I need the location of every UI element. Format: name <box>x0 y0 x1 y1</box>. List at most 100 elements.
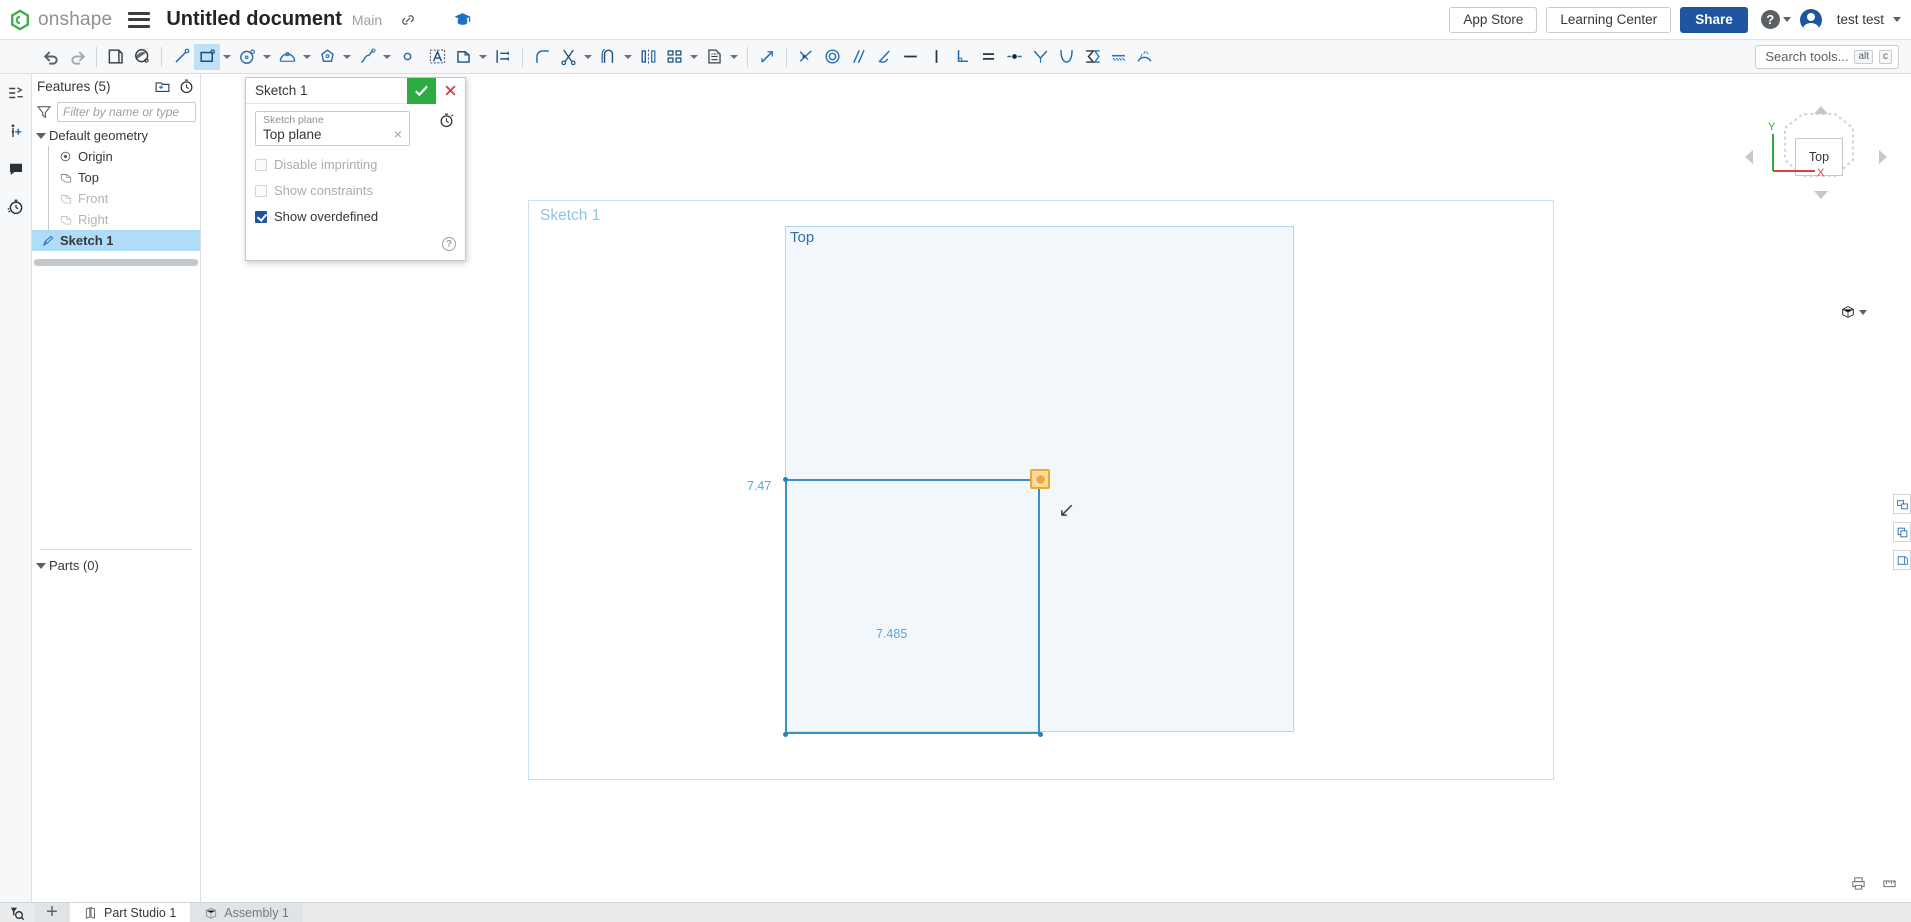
tree-node-origin[interactable]: Origin <box>32 146 200 167</box>
horizontal-constraint-icon[interactable] <box>897 44 923 70</box>
document-title[interactable]: Untitled document <box>166 8 342 31</box>
sketch-plane-chevron-down-icon[interactable] <box>476 44 490 70</box>
rectangle-tool-chevron-down-icon[interactable] <box>220 44 234 70</box>
fix-constraint-icon[interactable] <box>1105 44 1131 70</box>
perpendicular-constraint-icon[interactable] <box>949 44 975 70</box>
chevron-expand-icon[interactable] <box>36 133 46 139</box>
sketch-rectangle-entity[interactable] <box>785 479 1040 734</box>
rectangle-vertex-top-left[interactable] <box>783 477 788 482</box>
tree-horizontal-scrollbar[interactable] <box>34 259 198 266</box>
checkbox-box[interactable] <box>255 211 267 223</box>
tab-assembly-1[interactable]: Assembly 1 <box>190 903 303 922</box>
use-tool-chevron-down-icon[interactable] <box>727 44 741 70</box>
add-tab-button[interactable]: + <box>34 903 70 922</box>
rollback-history-icon[interactable] <box>178 78 195 95</box>
show-hide-panel-icon[interactable] <box>1893 494 1911 514</box>
circle-tool-icon[interactable] <box>234 44 260 70</box>
curvature-constraint-icon[interactable] <box>1053 44 1079 70</box>
sketch-copy-icon[interactable] <box>103 44 129 70</box>
rectangle-vertex-bottom-left[interactable] <box>783 732 788 737</box>
sketch-plane-tool-icon[interactable] <box>450 44 476 70</box>
checkbox-show-overdefined[interactable]: Show overdefined <box>255 209 456 224</box>
coincident-constraint-icon[interactable] <box>793 44 819 70</box>
app-store-button[interactable]: App Store <box>1449 7 1537 33</box>
tree-node-sketch-1[interactable]: Sketch 1 <box>32 230 200 251</box>
circle-tool-chevron-down-icon[interactable] <box>260 44 274 70</box>
share-button[interactable]: Share <box>1680 7 1748 33</box>
insert-feature-icon[interactable] <box>3 118 29 144</box>
line-tool-icon[interactable] <box>168 44 194 70</box>
display-mode-button[interactable] <box>1840 304 1867 320</box>
offset-tool-chevron-down-icon[interactable] <box>621 44 635 70</box>
equal-constraint-icon[interactable] <box>975 44 1001 70</box>
copy-view-icon[interactable] <box>1893 522 1911 542</box>
pattern-tool-chevron-down-icon[interactable] <box>687 44 701 70</box>
document-branch[interactable]: Main <box>352 12 382 28</box>
symmetric-constraint-icon[interactable] <box>1027 44 1053 70</box>
search-tools-input[interactable]: Search tools... alt c <box>1755 45 1899 69</box>
arc-tool-chevron-down-icon[interactable] <box>300 44 314 70</box>
user-menu-chevron-down-icon[interactable] <box>1893 17 1901 22</box>
offset-tool-icon[interactable] <box>595 44 621 70</box>
tangent-constraint-icon[interactable] <box>871 44 897 70</box>
horizontal-dimension-label[interactable]: 7.485 <box>876 627 907 641</box>
undo-icon[interactable] <box>38 44 64 70</box>
view-cube-left-arrow[interactable] <box>1745 150 1753 164</box>
display-mode-chevron-down-icon[interactable] <box>1859 310 1867 315</box>
view-cube[interactable]: Top Y X <box>1743 86 1893 231</box>
arc-tool-icon[interactable] <box>274 44 300 70</box>
tree-node-default-geometry[interactable]: Default geometry <box>32 125 200 146</box>
feature-list-icon[interactable] <box>3 80 29 106</box>
checkbox-box[interactable] <box>255 185 267 197</box>
units-icon[interactable] <box>1882 876 1897 896</box>
measure-panel-icon[interactable] <box>1893 550 1911 570</box>
search-input[interactable] <box>57 102 196 122</box>
text-tool-icon[interactable] <box>424 44 450 70</box>
tree-node-front-plane[interactable]: Front <box>32 188 200 209</box>
transform-tool-icon[interactable] <box>754 44 780 70</box>
concentric-constraint-icon[interactable] <box>819 44 845 70</box>
hamburger-menu-icon[interactable] <box>128 12 150 28</box>
brand-name[interactable]: onshape <box>38 9 112 31</box>
point-tool-icon[interactable] <box>394 44 420 70</box>
clear-x-icon[interactable]: × <box>391 126 405 142</box>
tree-node-top-plane[interactable]: Top <box>32 167 200 188</box>
vertical-constraint-icon[interactable] <box>923 44 949 70</box>
sketch-appearance-icon[interactable] <box>129 44 155 70</box>
filter-funnel-icon[interactable] <box>36 104 52 120</box>
confirm-button[interactable] <box>407 78 436 104</box>
dimension-tool-icon[interactable] <box>490 44 516 70</box>
tree-node-right-plane[interactable]: Right <box>32 209 200 230</box>
parallel-constraint-icon[interactable] <box>845 44 871 70</box>
trim-tool-icon[interactable] <box>555 44 581 70</box>
midpoint-constraint-icon[interactable] <box>1001 44 1027 70</box>
search-zoom-icon[interactable] <box>0 903 34 922</box>
tab-part-studio-1[interactable]: Part Studio 1 <box>70 903 190 922</box>
polygon-tool-icon[interactable] <box>314 44 340 70</box>
help-icon[interactable]: ? <box>442 237 456 251</box>
comment-icon[interactable] <box>3 156 29 182</box>
redo-icon[interactable] <box>64 44 90 70</box>
trim-tool-chevron-down-icon[interactable] <box>581 44 595 70</box>
vertical-dimension-label[interactable]: 7.47 <box>747 479 771 493</box>
construction-icon[interactable] <box>1131 44 1157 70</box>
spline-tool-chevron-down-icon[interactable] <box>380 44 394 70</box>
overdefined-point-marker[interactable] <box>1030 469 1050 489</box>
sum-constraint-icon[interactable] <box>1079 44 1105 70</box>
rectangle-vertex-bottom-right[interactable] <box>1038 732 1043 737</box>
mirror-tool-icon[interactable] <box>635 44 661 70</box>
parts-chevron-expand-icon[interactable] <box>36 563 46 569</box>
checkbox-disable-imprinting[interactable]: Disable imprinting <box>255 157 456 172</box>
spline-tool-icon[interactable] <box>354 44 380 70</box>
checkbox-box[interactable] <box>255 159 267 171</box>
view-cube-up-arrow[interactable] <box>1814 106 1828 114</box>
cancel-button[interactable] <box>436 78 465 104</box>
print-icon[interactable] <box>1851 876 1866 896</box>
onshape-logo-icon[interactable] <box>9 9 31 31</box>
polygon-tool-chevron-down-icon[interactable] <box>340 44 354 70</box>
fillet-tool-icon[interactable] <box>529 44 555 70</box>
user-name-label[interactable]: test test <box>1837 12 1884 27</box>
rollback-clock-icon[interactable] <box>436 110 456 130</box>
checkbox-show-constraints[interactable]: Show constraints <box>255 183 456 198</box>
graduation-cap-icon[interactable] <box>450 8 474 32</box>
